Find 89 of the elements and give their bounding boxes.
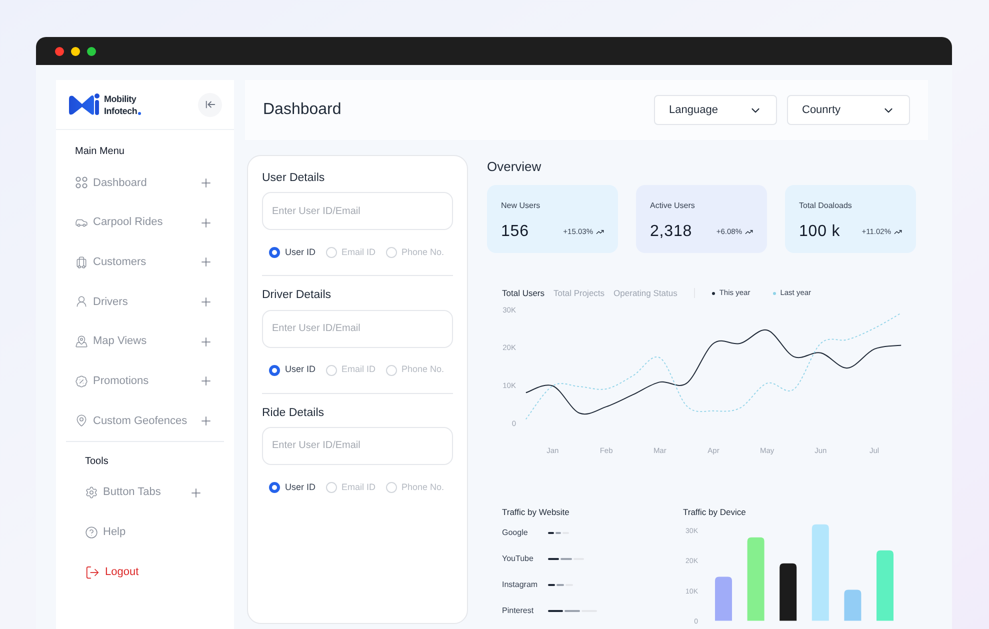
collapse-icon (204, 99, 216, 110)
menu-item[interactable]: Custom Geofences (75, 401, 215, 441)
radio-option[interactable]: Email ID (326, 246, 376, 260)
menu-label: Custom Geofences (93, 414, 188, 429)
stat-label: Active Users (650, 200, 696, 212)
radio-label: Email ID (342, 246, 376, 259)
form-title: Ride Details (262, 406, 325, 420)
form-title: User Details (262, 171, 326, 186)
trend-up-icon (894, 228, 902, 236)
section-title: Overview (487, 158, 542, 176)
radio-option[interactable]: User ID (269, 480, 316, 494)
radio-label: Email ID (342, 363, 376, 376)
radio-option[interactable]: User ID (269, 363, 316, 377)
radio-label: User ID (285, 246, 316, 259)
stat-value: 2,318 (650, 222, 692, 242)
chart-tab[interactable]: Total Projects (554, 286, 605, 300)
trend-up-icon (596, 228, 604, 236)
map-icon (75, 335, 88, 348)
radio-option[interactable]: Email ID (326, 480, 376, 494)
menu-label: Customers (93, 254, 148, 270)
radio-option[interactable]: Email ID (326, 363, 376, 377)
chart-tab[interactable]: Operating Status (614, 286, 678, 300)
logout-icon (85, 564, 100, 580)
input-field[interactable]: Enter User ID/Email (262, 426, 453, 465)
menu-item[interactable]: Dashboard (75, 163, 215, 203)
radio-option[interactable]: Phone No. (386, 246, 444, 260)
menu-item[interactable]: Promotions (75, 361, 215, 402)
form-title: Driver Details (262, 288, 332, 304)
stat-label: Total Doaloads (799, 200, 853, 212)
menu-label: Logout (105, 564, 140, 580)
page-title: Dashboard (263, 100, 342, 120)
menu-item[interactable]: Drivers (75, 282, 215, 322)
dropdown[interactable]: Language (654, 95, 777, 125)
chart-tab[interactable]: Total Users (502, 286, 545, 300)
menu-item[interactable]: Help (85, 512, 205, 552)
radio-label: Email ID (342, 480, 376, 494)
section-title: Tools (85, 454, 110, 468)
stat-value: 100 k (799, 222, 840, 242)
location-pin-icon (75, 414, 88, 428)
site-label: Google (502, 527, 529, 539)
menu-label: Button Tabs (103, 485, 162, 500)
section-title: Traffic by Device (683, 506, 747, 519)
input-field[interactable]: Enter User ID/Email (262, 192, 453, 230)
user-icon (75, 295, 88, 308)
dropdown[interactable]: Counrty (787, 95, 910, 125)
site-label: Instagram (502, 579, 539, 591)
person-luggage-icon (75, 256, 88, 269)
section-title: Traffic by Website (502, 506, 570, 519)
input-field[interactable]: Enter User ID/Email (262, 310, 453, 348)
radio-button[interactable] (269, 247, 280, 258)
menu-item[interactable]: Carpool Rides (75, 202, 215, 242)
collapse-button[interactable] (198, 92, 222, 116)
radio-label: Phone No. (402, 480, 444, 494)
menu-label: Map Views (93, 334, 148, 350)
radio-label: User ID (285, 480, 316, 494)
stat-value: 156 (501, 222, 529, 242)
settings-icon (85, 486, 98, 500)
logo[interactable]: Mobility Infotech (68, 92, 142, 116)
menu-item[interactable]: Button Tabs (85, 472, 205, 512)
radio-label: User ID (285, 363, 316, 376)
radio-label: Phone No. (402, 363, 444, 376)
radio-button[interactable] (269, 482, 280, 493)
help-icon (85, 526, 98, 539)
stat-label: New Users (501, 200, 542, 212)
menu-label: Dashboard (93, 176, 148, 191)
grid-dots-icon (75, 176, 88, 190)
menu-item[interactable]: Logout (85, 552, 205, 592)
menu-label: Promotions (93, 374, 150, 390)
logo-text: Infotech (104, 104, 138, 116)
window-control[interactable] (55, 46, 64, 56)
radio-button[interactable] (269, 364, 280, 376)
logo-icon (68, 92, 100, 116)
menu-label: Help (103, 525, 127, 540)
window-control[interactable] (87, 46, 96, 56)
logo-text: Mobility (104, 92, 138, 104)
menu-label: Carpool Rides (93, 215, 164, 230)
radio-option[interactable]: Phone No. (386, 363, 444, 377)
menu-item[interactable]: Map Views (75, 322, 215, 362)
trend-up-icon (745, 228, 753, 236)
radio-option[interactable]: User ID (269, 246, 316, 260)
menu-label: Drivers (93, 294, 129, 310)
site-label: YouTube (502, 553, 534, 565)
radio-option[interactable]: Phone No. (386, 480, 444, 494)
site-label: Pinterest (502, 605, 535, 617)
menu-item[interactable]: Customers (75, 242, 215, 282)
radio-label: Phone No. (402, 246, 444, 259)
percent-badge-icon (75, 374, 88, 388)
window-control[interactable] (71, 46, 80, 56)
section-title: Main Menu (75, 145, 126, 158)
